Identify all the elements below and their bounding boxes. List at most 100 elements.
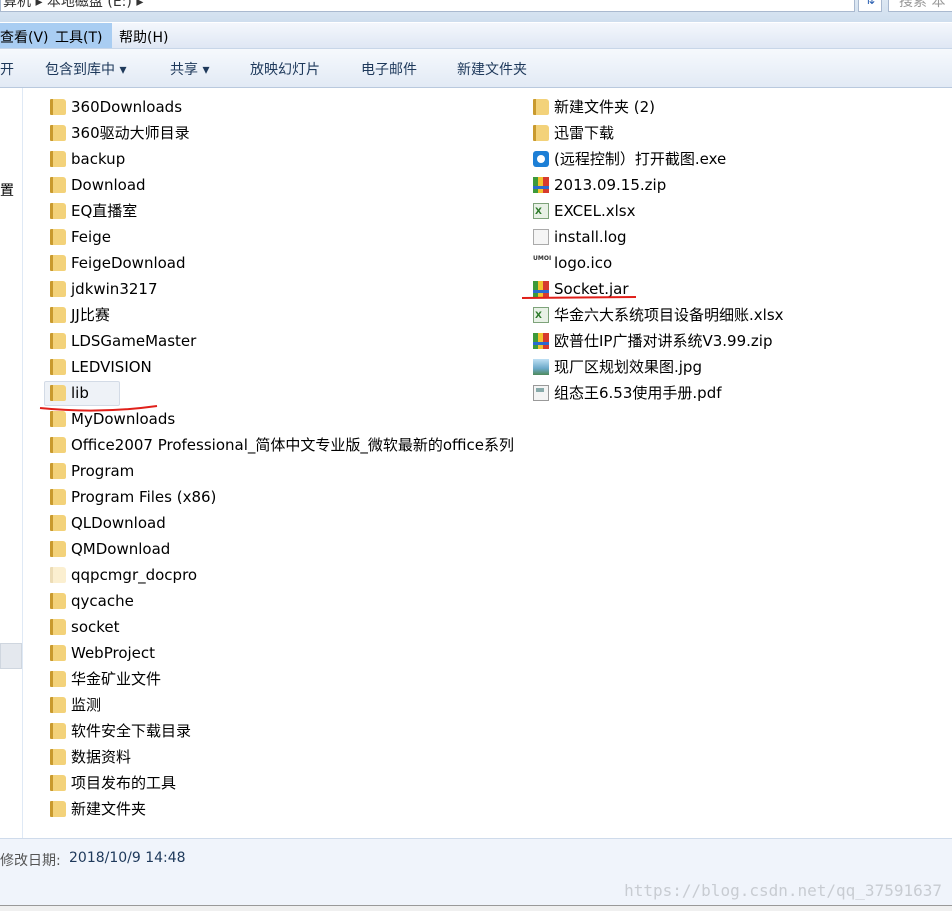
new-folder-button[interactable]: 新建文件夹 <box>457 59 527 79</box>
email-button[interactable]: 电子邮件 <box>361 59 417 79</box>
menu-bar: 查看(V) 工具(T) 帮助(H) <box>0 22 952 48</box>
file-name: WebProject <box>71 644 156 662</box>
folder-icon <box>50 593 66 609</box>
menu-tools[interactable]: 工具(T) <box>55 27 102 47</box>
zip-icon <box>533 177 549 193</box>
address-bar-area: 算机 ▸ 本地磁盘 (E:) ▸ ⇅ 搜索 本 <box>0 0 952 22</box>
include-in-library-button[interactable]: 包含到库中 ▾ <box>45 59 126 79</box>
file-name: logo.ico <box>554 254 613 272</box>
pdf-icon <box>533 385 549 401</box>
open-button[interactable]: 开 <box>0 59 14 79</box>
file-name: Feige <box>71 228 111 246</box>
search-input[interactable]: 搜索 本 <box>888 0 952 12</box>
command-toolbar: 开 包含到库中 ▾ 共享 ▾ 放映幻灯片 电子邮件 新建文件夹 <box>0 48 952 88</box>
file-name: 360Downloads <box>71 98 183 116</box>
file-name: QLDownload <box>71 514 166 532</box>
folder-icon <box>50 515 66 531</box>
file-name: 项目发布的工具 <box>71 774 177 792</box>
xlsx-icon <box>533 201 549 223</box>
modified-date-value: 2018/10/9 14:48 <box>69 850 186 866</box>
file-name: Program <box>71 462 135 480</box>
file-name: 监测 <box>71 696 102 714</box>
file-name: Office2007 Professional_简体中文专业版_微软最新的off… <box>71 436 515 454</box>
folder-icon <box>50 151 66 167</box>
folder-hidden-icon <box>50 567 66 583</box>
folder-icon <box>50 359 66 375</box>
folder-icon <box>50 801 66 817</box>
file-name: 迅雷下载 <box>554 124 615 142</box>
file-name: 现厂区规划效果图.jpg <box>554 358 702 376</box>
file-name: FeigeDownload <box>71 254 186 272</box>
file-name: EXCEL.xlsx <box>554 202 636 220</box>
folder-icon <box>50 671 66 687</box>
file-name: 2013.09.15.zip <box>554 176 667 194</box>
folder-icon <box>50 775 66 791</box>
file-name: 数据资料 <box>71 748 132 766</box>
nav-item-partial[interactable]: 置 <box>0 180 14 200</box>
folder-icon <box>50 645 66 661</box>
exe-icon <box>533 151 549 167</box>
file-name: 软件安全下载目录 <box>71 722 192 740</box>
folder-icon <box>50 385 66 401</box>
file-name: 新建文件夹 (2) <box>554 98 656 116</box>
file-name: install.log <box>554 228 627 246</box>
file-name: 360驱动大师目录 <box>71 124 190 142</box>
address-path[interactable]: 算机 ▸ 本地磁盘 (E:) ▸ <box>0 0 855 12</box>
file-name: Download <box>71 176 146 194</box>
folder-icon <box>50 697 66 713</box>
folder-icon <box>50 307 66 323</box>
folder-icon <box>50 125 66 141</box>
nav-item-selected[interactable] <box>0 643 22 669</box>
bottom-edge <box>0 905 952 911</box>
navigation-pane[interactable]: 置 <box>0 88 23 838</box>
zip-icon <box>533 333 549 349</box>
file-name: 新建文件夹 <box>71 800 147 818</box>
file-name: 欧普仕IP广播对讲系统V3.99.zip <box>554 332 773 350</box>
file-name: JJ比赛 <box>71 306 110 324</box>
details-pane: 修改日期: 2018/10/9 14:48 https://blog.csdn.… <box>0 838 952 905</box>
folder-icon <box>50 99 66 115</box>
folder-icon <box>50 177 66 193</box>
share-button[interactable]: 共享 ▾ <box>170 59 209 79</box>
file-name: LDSGameMaster <box>71 332 197 350</box>
folder-icon <box>50 749 66 765</box>
file-name: (远程控制）打开截图.exe <box>554 150 727 168</box>
watermark: https://blog.csdn.net/qq_37591637 <box>624 881 942 900</box>
file-name: socket <box>71 618 120 636</box>
file-name: MyDownloads <box>71 410 176 428</box>
file-name: 华金六大系统项目设备明细账.xlsx <box>554 306 784 324</box>
log-icon <box>533 229 549 245</box>
file-name: Socket.jar <box>554 280 629 298</box>
jar-icon <box>533 281 549 297</box>
folder-icon <box>50 255 66 271</box>
folder-icon <box>50 463 66 479</box>
file-name: qycache <box>71 592 134 610</box>
file-name: 华金矿业文件 <box>71 670 162 688</box>
file-name: EQ直播室 <box>71 202 138 220</box>
file-name: 组态王6.53使用手册.pdf <box>554 384 722 402</box>
refresh-icon[interactable]: ⇅ <box>858 0 882 12</box>
menu-help[interactable]: 帮助(H) <box>119 27 168 47</box>
folder-icon <box>50 229 66 245</box>
folder-icon <box>50 437 66 453</box>
file-name: jdkwin3217 <box>71 280 158 298</box>
folder-icon <box>50 411 66 427</box>
file-name: LEDVISION <box>71 358 152 376</box>
folder-icon <box>50 489 66 505</box>
file-name: Program Files (x86) <box>71 488 217 506</box>
folder-icon <box>533 99 549 115</box>
folder-icon <box>533 125 549 141</box>
folder-icon <box>50 619 66 635</box>
menu-view[interactable]: 查看(V) <box>0 27 49 47</box>
modified-date-label: 修改日期: <box>0 853 61 869</box>
jpg-icon <box>533 359 549 375</box>
folder-icon <box>50 723 66 739</box>
folder-icon <box>50 203 66 219</box>
xlsx-icon <box>533 305 549 327</box>
ico-icon: UMOI <box>533 255 551 271</box>
slideshow-button[interactable]: 放映幻灯片 <box>250 59 320 79</box>
file-name: lib <box>71 384 89 402</box>
folder-icon <box>50 333 66 349</box>
folder-icon <box>50 541 66 557</box>
file-name: backup <box>71 150 126 168</box>
